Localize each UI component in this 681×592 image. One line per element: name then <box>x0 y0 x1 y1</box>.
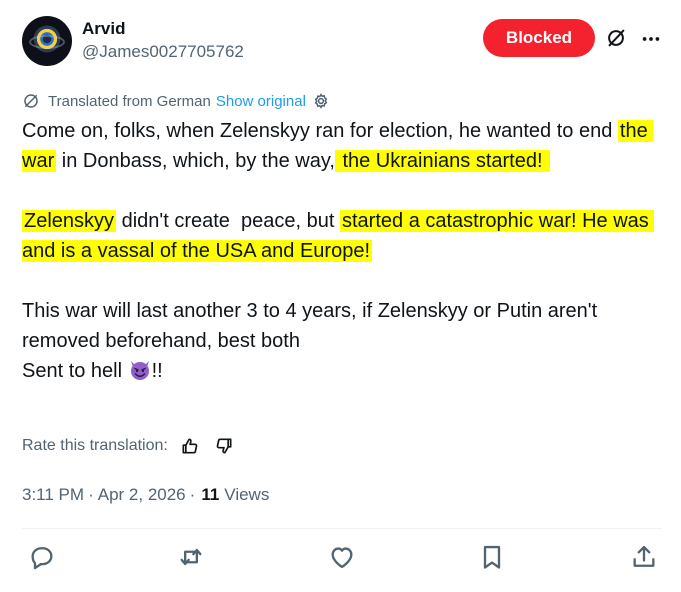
views-count[interactable]: 11 <box>201 485 219 505</box>
share-icon <box>633 545 655 567</box>
user-handle[interactable]: @James0027705762 <box>82 40 244 64</box>
text-segment: !! <box>151 360 163 382</box>
translated-from-label: Translated from German <box>48 92 211 110</box>
text-segment: Come on, folks, when Zelenskyy ran for e… <box>22 120 618 142</box>
tweet-time[interactable]: 3:11 PM <box>22 485 84 505</box>
text-segment: Sent to hell <box>22 360 128 382</box>
author-names: Arvid @James0027705762 <box>82 18 244 64</box>
translation-bar: Translated from German Show original <box>22 90 330 112</box>
like-button[interactable] <box>328 543 356 571</box>
text-segment: This war will last another 3 to 4 years,… <box>22 300 603 352</box>
smiling-devil-emoji <box>130 361 149 380</box>
translate-icon <box>24 94 38 108</box>
views-label[interactable]: Views <box>224 485 269 505</box>
action-bar <box>22 543 662 575</box>
reply-button[interactable] <box>28 543 56 571</box>
display-name[interactable]: Arvid <box>82 18 244 40</box>
tweet-text: Come on, folks, when Zelenskyy ran for e… <box>22 116 662 386</box>
blocked-button[interactable]: Blocked <box>483 19 595 57</box>
divider <box>22 528 662 529</box>
highlighted-text: the Ukrainians started! <box>334 150 551 172</box>
bookmark-button[interactable] <box>478 543 506 571</box>
gear-icon[interactable] <box>312 92 330 110</box>
tweet-header: Arvid @James0027705762 Blocked <box>22 16 662 72</box>
slashed-circle-icon[interactable] <box>605 27 627 49</box>
text-segment: in Donbass, which, by the way, <box>56 150 335 172</box>
separator-dot: · <box>189 485 196 504</box>
thumbs-down-icon[interactable] <box>214 436 234 456</box>
repost-button[interactable] <box>177 543 205 571</box>
tweet-paragraph-4: Sent to hell !! <box>22 356 662 386</box>
reply-icon <box>31 547 53 570</box>
tweet-paragraph-1: Come on, folks, when Zelenskyy ran for e… <box>22 116 662 176</box>
tweet-meta: 3:11 PM · Apr 2, 2026 · 11 Views <box>22 483 269 507</box>
show-original-link[interactable]: Show original <box>216 93 306 110</box>
text-segment: didn't create peace, but <box>116 210 340 232</box>
tweet-date[interactable]: Apr 2, 2026 <box>98 485 186 505</box>
tweet-paragraph-3: This war will last another 3 to 4 years,… <box>22 296 662 356</box>
rate-translation: Rate this translation: <box>22 434 234 458</box>
tweet-paragraph-2: Zelenskyy didn't create peace, but start… <box>22 206 662 266</box>
separator-dot: · <box>88 485 94 504</box>
thumbs-up-icon[interactable] <box>180 436 200 456</box>
like-icon <box>331 547 353 569</box>
share-button[interactable] <box>630 543 658 571</box>
rate-translation-label: Rate this translation: <box>22 437 168 454</box>
more-dots-icon[interactable] <box>640 28 662 50</box>
repost-icon <box>180 548 202 566</box>
bookmark-icon <box>483 545 501 569</box>
highlighted-text: Zelenskyy <box>22 210 117 232</box>
avatar[interactable] <box>22 16 72 66</box>
